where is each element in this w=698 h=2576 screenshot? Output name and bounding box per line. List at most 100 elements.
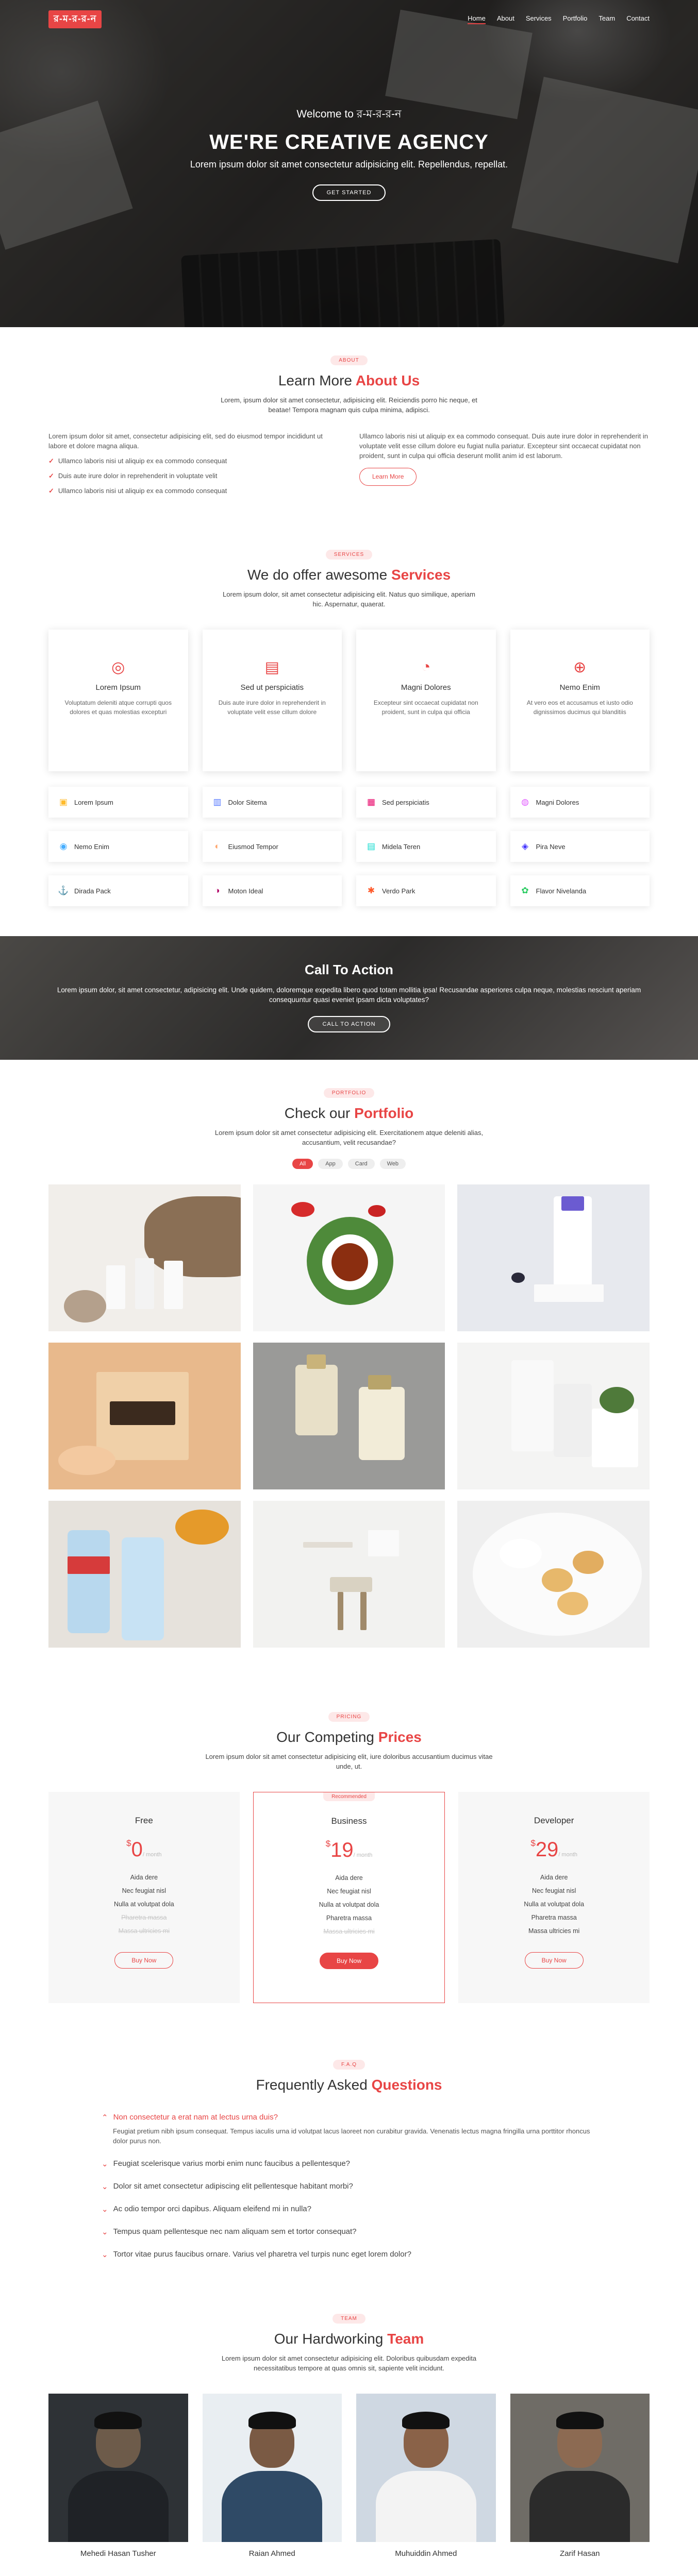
about-section: ABOUT Learn More About Us Lorem, ipsum d… (0, 327, 698, 501)
faq-question-open[interactable]: ⌃ Non consectetur a erat nam at lectus ur… (102, 2113, 596, 2122)
buy-now-button[interactable]: Buy Now (114, 1952, 174, 1969)
team-member: Zarif Hasan (510, 2394, 650, 2558)
service-card-title: Sed ut perspiciatis (240, 683, 304, 692)
service-card[interactable]: ▤ Sed ut perspiciatis Duis aute irure dolo… (202, 630, 342, 771)
nav-link-about[interactable]: About (497, 14, 514, 24)
faq-question[interactable]: ⌄ Ac odio tempor orci dapibus. Aliquam el… (102, 2205, 596, 2214)
call-to-action-button[interactable]: CALL TO ACTION (308, 1016, 390, 1032)
service-item[interactable]: ⚓ Dirada Pack (48, 875, 188, 906)
service-item-label: Lorem Ipsum (74, 798, 113, 806)
check-double-icon: ✓ (48, 487, 54, 495)
about-left-text: Lorem ipsum dolor sit amet, consectetur … (48, 432, 323, 450)
service-item[interactable]: ◍ Magni Dolores (510, 787, 650, 818)
service-item[interactable]: ✿ Flavor Nivelanda (510, 875, 650, 906)
faq-question[interactable]: ⌄ Dolor sit amet consectetur adipiscing e… (102, 2182, 596, 2191)
service-item[interactable]: ◑ Moton Ideal (202, 875, 342, 906)
chevron-down-icon: ⌄ (102, 2182, 108, 2191)
member-photo (356, 2394, 496, 2542)
buy-now-button[interactable]: Buy Now (319, 1953, 379, 1969)
pricing-card-developer: Developer $29/ month Aida dere Nec feugiat … (458, 1792, 650, 2003)
get-started-button[interactable]: GET STARTED (312, 184, 386, 201)
portfolio-filters: All App Card Web (48, 1159, 650, 1169)
service-item[interactable]: ▦ Sed perspiciatis (356, 787, 496, 818)
service-item[interactable]: ▤ Midela Teren (356, 831, 496, 862)
service-card-text: Excepteur sint occaecat cupidatat non pr… (373, 699, 478, 716)
learn-more-button[interactable]: Learn More (359, 468, 417, 486)
nav-link-contact[interactable]: Contact (626, 14, 650, 24)
about-right-text: Ullamco laboris nisi ut aliquip ex ea co… (359, 432, 649, 460)
section-description: Lorem ipsum dolor sit amet consectetur a… (214, 1129, 484, 1146)
service-item-label: Sed perspiciatis (382, 798, 429, 806)
base-station-icon: ✱ (367, 886, 375, 895)
plan-price: $29/ month (458, 1838, 650, 1861)
file-list-icon: ▤ (367, 841, 376, 851)
fingerprint-icon: ✿ (521, 886, 529, 895)
service-item[interactable]: ✱ Verdo Park (356, 875, 496, 906)
portfolio-item-chair-desk[interactable] (253, 1501, 445, 1648)
filter-card[interactable]: Card (347, 1159, 375, 1169)
plan-features: Aida dere Nec feugiat nisl Nulla at volutp… (48, 1874, 240, 1935)
service-item-label: Flavor Nivelanda (536, 887, 587, 895)
portfolio-item-honest-box[interactable] (48, 1343, 241, 1489)
world-icon: ⊕ (573, 659, 587, 676)
site-logo[interactable]: র-ম-র-র-ন (48, 10, 102, 28)
service-item-label: Eiusmod Tempor (228, 842, 278, 851)
portfolio-item-cosmetic-bottle[interactable] (457, 1343, 650, 1489)
bar-chart-icon: ▥ (213, 797, 222, 807)
service-card[interactable]: ◎ Lorem Ipsum Voluptatum deleniti atque co… (48, 630, 188, 771)
recommended-badge: Recommended (323, 1792, 375, 1801)
portfolio-item-tube-product[interactable] (457, 1184, 650, 1331)
nav-link-home[interactable]: Home (468, 14, 486, 24)
service-item[interactable]: ▥ Dolor Sitema (202, 787, 342, 818)
section-tag: TEAM (333, 2314, 365, 2324)
about-bullet-text: Ullamco laboris nisi ut aliquip ex ea co… (58, 457, 227, 465)
chevron-down-icon: ⌄ (102, 2228, 108, 2236)
portfolio-item-tea-cup[interactable] (253, 1184, 445, 1331)
pricing-card-free: Free $0/ month Aida dere Nec feugiat nisl Nu… (48, 1792, 240, 2003)
faq-question[interactable]: ⌄ Tortor vitae purus faucibus ornare. Var… (102, 2250, 596, 2259)
disc-icon: ◑ (214, 886, 220, 895)
filter-web[interactable]: Web (379, 1159, 406, 1169)
filter-all[interactable]: All (292, 1159, 313, 1169)
service-item-label: Moton Ideal (228, 887, 263, 895)
service-item-label: Dirada Pack (74, 887, 111, 895)
service-item[interactable]: ▣ Lorem Ipsum (48, 787, 188, 818)
nav-link-team[interactable]: Team (599, 14, 615, 24)
service-card[interactable]: ⊕ Nemo Enim At vero eos et accusamus et iu… (510, 630, 650, 771)
member-photo (48, 2394, 188, 2542)
portfolio-item-perfume-bottles[interactable] (253, 1343, 445, 1489)
portfolio-item-water-bottles[interactable] (48, 1501, 241, 1648)
plan-name: Developer (534, 1816, 574, 1825)
service-item[interactable]: ◈ Pira Neve (510, 831, 650, 862)
portfolio-item-cookies-plate[interactable] (457, 1501, 650, 1648)
service-item[interactable]: ◉ Nemo Enim (48, 831, 188, 862)
plan-name: Free (135, 1816, 153, 1825)
service-card[interactable]: ◔ Magni Dolores Excepteur sint occaecat cu… (356, 630, 496, 771)
nav-link-portfolio[interactable]: Portfolio (563, 14, 588, 24)
plan-feature: Aida dere (130, 1874, 158, 1881)
service-item-label: Nemo Enim (74, 842, 109, 851)
anchor-icon: ⚓ (58, 886, 69, 895)
faq-question[interactable]: ⌄ Tempus quam pellentesque nec nam aliqua… (102, 2227, 596, 2236)
team-member: Muhuiddin Ahmed (356, 2394, 496, 2558)
pricing-section: PRICING Our Competing Prices Lorem ipsum… (0, 1648, 698, 2003)
faq-question-text: Ac odio tempor orci dapibus. Aliquam ele… (113, 2205, 311, 2213)
price-period: / month (353, 1852, 373, 1858)
service-boxes: ▣ Lorem Ipsum ▥ Dolor Sitema ▦ Sed perspiciat… (48, 787, 650, 906)
plan-features: Aida dere Nec feugiat nisl Nulla at volutp… (458, 1874, 650, 1935)
portfolio-item-basket-bottles[interactable] (48, 1184, 241, 1331)
section-title: Our Hardworking Team (274, 2331, 424, 2347)
section-title: Learn More About Us (278, 372, 420, 388)
faq-question[interactable]: ⌄ Feugiat scelerisque varius morbi enim n… (102, 2159, 596, 2168)
service-card-text: Duis aute irure dolor in reprehenderit i… (218, 699, 326, 716)
plan-feature: Pharetra massa (531, 1914, 577, 1921)
service-item-label: Verdo Park (382, 887, 416, 895)
price-amount: 29 (535, 1838, 559, 1861)
service-item[interactable]: ◐ Eiusmod Tempor (202, 831, 342, 862)
buy-now-button[interactable]: Buy Now (524, 1952, 584, 1969)
calendar-icon: ▦ (367, 797, 376, 807)
section-title: Check our Portfolio (284, 1105, 414, 1121)
nav-link-services[interactable]: Services (526, 14, 552, 24)
check-double-icon: ✓ (48, 457, 54, 465)
filter-app[interactable]: App (318, 1159, 343, 1169)
